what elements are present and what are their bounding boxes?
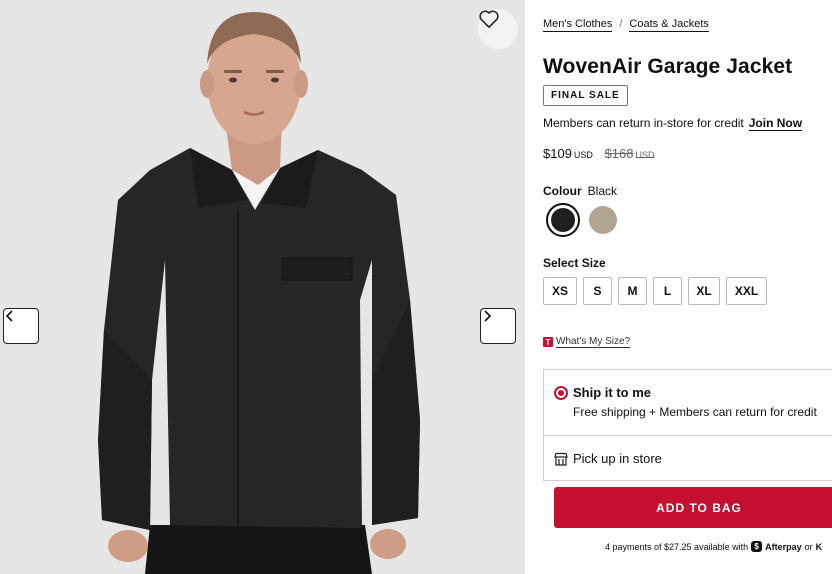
- chevron-left-icon: [5, 310, 13, 322]
- image-next-button[interactable]: [480, 308, 516, 344]
- size-selector: XS S M L XL XXL: [543, 277, 767, 305]
- installments-or: or: [804, 541, 813, 552]
- swatch-tan-fill: [589, 206, 617, 234]
- wishlist-button[interactable]: [478, 9, 518, 49]
- size-xxl-button[interactable]: XXL: [726, 277, 767, 305]
- afterpay-logo-icon: $: [751, 541, 763, 552]
- breadcrumb: Men's Clothes / Coats & Jackets: [543, 18, 709, 32]
- original-price: $168 USD: [605, 146, 655, 161]
- ship-option-subtitle: Free shipping + Members can return for c…: [573, 405, 817, 419]
- select-size-label: Select Size: [543, 256, 606, 270]
- store-icon: [554, 452, 568, 466]
- image-prev-button[interactable]: [3, 308, 39, 344]
- pick-up-in-store-option[interactable]: Pick up in store: [544, 436, 832, 482]
- price: $109 USD $168 USD: [543, 146, 655, 161]
- swatch-black[interactable]: [546, 203, 580, 237]
- size-xl-button[interactable]: XL: [688, 277, 720, 305]
- original-price-value: $168: [604, 146, 634, 161]
- chevron-right-icon: [484, 310, 492, 322]
- size-help: T What's My Size?: [543, 336, 631, 348]
- swatch-tan[interactable]: [586, 203, 620, 237]
- current-price: $109: [543, 146, 572, 161]
- breadcrumb-mens-clothes[interactable]: Men's Clothes: [543, 18, 613, 32]
- colour-heading: Colour: [543, 184, 582, 198]
- current-price-currency: USD: [573, 150, 593, 160]
- pickup-option-title: Pick up in store: [573, 451, 662, 466]
- join-now-link[interactable]: Join Now: [748, 116, 803, 131]
- breadcrumb-separator: /: [619, 18, 623, 30]
- whats-my-size-link[interactable]: What's My Size?: [556, 336, 631, 348]
- size-help-tag-icon: T: [543, 337, 553, 347]
- ship-option-title: Ship it to me: [573, 385, 651, 400]
- product-image: [0, 0, 525, 574]
- size-l-button[interactable]: L: [653, 277, 682, 305]
- product-title: WovenAir Garage Jacket: [543, 55, 793, 78]
- add-to-bag-button[interactable]: ADD TO BAG: [554, 487, 832, 528]
- members-return-text: Members can return in-store for credit: [543, 116, 744, 130]
- fulfillment-options: Ship it to me Free shipping + Members ca…: [543, 369, 832, 481]
- colour-selected-value: Black: [587, 184, 618, 198]
- members-return-note: Members can return in-store for credit Jo…: [543, 116, 803, 131]
- size-m-button[interactable]: M: [618, 277, 647, 305]
- ship-to-me-option[interactable]: Ship it to me Free shipping + Members ca…: [544, 370, 832, 436]
- product-info-panel: Men's Clothes / Coats & Jackets WovenAir G…: [543, 0, 832, 574]
- colour-label: Colour Black: [543, 184, 617, 198]
- model-photo: [0, 0, 525, 574]
- breadcrumb-coats-jackets[interactable]: Coats & Jackets: [629, 18, 709, 32]
- original-price-currency: USD: [635, 150, 655, 160]
- size-s-button[interactable]: S: [583, 277, 612, 305]
- ship-radio-selected[interactable]: [554, 386, 568, 400]
- afterpay-label[interactable]: Afterpay: [765, 542, 802, 552]
- heart-outline-icon: [479, 10, 499, 28]
- klarna-label[interactable]: K: [816, 542, 823, 552]
- installments-note: 4 payments of $27.25 available with $ Af…: [605, 541, 822, 552]
- installments-text: 4 payments of $27.25 available with: [605, 541, 749, 552]
- swatch-black-fill: [551, 208, 575, 232]
- size-xs-button[interactable]: XS: [543, 277, 577, 305]
- final-sale-badge: FINAL SALE: [543, 85, 628, 106]
